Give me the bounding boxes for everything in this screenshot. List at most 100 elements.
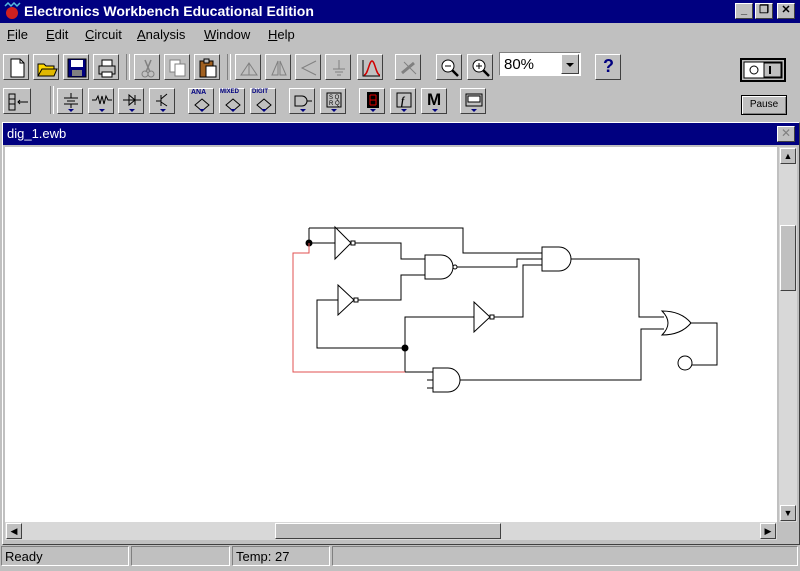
zoom-in-button[interactable] [467,54,493,80]
separator [227,54,231,80]
help-icon: ? [603,56,614,76]
logic-probe[interactable] [677,355,693,371]
wire[interactable] [358,274,425,301]
menu-help[interactable]: Help [268,27,295,42]
zoom-out-icon [441,59,459,77]
new-button[interactable] [3,54,29,80]
wire[interactable] [355,242,425,260]
or-gate[interactable] [660,310,692,336]
inverter-gate-3[interactable] [473,300,491,334]
digital-bin-button[interactable]: S QR Q [320,88,346,114]
zoom-select[interactable]: 80% [499,52,581,76]
cut-button[interactable] [134,54,160,80]
circuit-schematic[interactable] [5,147,777,522]
component-properties-button[interactable] [395,54,421,80]
rotate-button[interactable] [235,54,261,80]
indicators-bin-button[interactable] [359,88,385,114]
instrument-icon [465,93,483,112]
scissors-icon [141,59,155,78]
scroll-up-icon[interactable]: ▲ [780,148,796,164]
subcircuit-icon [333,60,345,76]
wire[interactable] [571,258,664,318]
close-button[interactable]: ✕ [777,3,795,19]
diodes-bin-button[interactable] [118,88,144,114]
red-wire[interactable] [292,243,405,373]
wire[interactable] [309,227,542,254]
paste-button[interactable] [194,54,220,80]
graph-button[interactable] [357,54,383,80]
status-panel-right [332,546,798,566]
flip-vertical-button[interactable] [295,54,321,80]
miscellaneous-bin-button[interactable]: M [421,88,447,114]
scroll-left-icon[interactable]: ◀ [6,523,22,539]
print-button[interactable] [93,54,119,80]
scroll-down-icon[interactable]: ▼ [780,505,796,521]
help-button[interactable]: ? [595,54,621,80]
digital-ics-bin-button[interactable]: DIGIT [250,88,276,114]
mixed-ics-icon [225,98,241,112]
menu-circuit[interactable]: Circuit [85,27,122,42]
save-button[interactable] [63,54,89,80]
sources-bin-button[interactable] [57,88,83,114]
horizontal-scroll-thumb[interactable] [275,523,501,539]
circuit-window-title-bar: dig_1.ewb ✕ [3,123,799,145]
flip-horizontal-button[interactable] [265,54,291,80]
wire[interactable] [404,316,474,372]
title-bar: Electronics Workbench Educational Editio… [0,0,800,23]
close-icon[interactable]: ✕ [777,126,795,142]
save-disk-icon [67,58,87,78]
horizontal-scrollbar[interactable]: ◀ ▶ [5,522,777,540]
flip-vertical-icon [300,60,317,76]
and-gate-1[interactable] [424,254,454,280]
controls-icon: f [396,92,412,112]
wire[interactable] [405,371,433,389]
restore-button[interactable]: ❐ [755,3,773,19]
open-button[interactable] [33,54,59,80]
wire[interactable] [494,264,542,318]
power-switch[interactable] [740,57,788,83]
wand-icon [401,61,417,75]
circuit-canvas[interactable] [5,147,777,522]
status-bar: Ready Temp: 27 [0,545,800,571]
wire[interactable] [460,328,664,381]
and-gate-icon [294,95,312,112]
graph-icon [362,60,381,77]
and-gate-2[interactable] [541,246,572,272]
vertical-scroll-thumb[interactable] [780,225,796,291]
menu-file[interactable]: File [7,27,28,42]
pause-button[interactable]: Pause [741,95,787,115]
resistor-icon [92,94,112,112]
subcircuit-button[interactable] [325,54,351,80]
zoom-out-button[interactable] [436,54,462,80]
rotate-icon [240,62,258,76]
controls-bin-button[interactable]: f [390,88,416,114]
circuit-window-title: dig_1.ewb [7,126,67,141]
wire[interactable] [457,258,542,268]
menu-analysis[interactable]: Analysis [137,27,185,42]
inverter-gate-1[interactable] [334,225,352,261]
status-temperature: Temp: 27 [232,546,330,566]
instruments-bin-button[interactable] [460,88,486,114]
scroll-right-icon[interactable]: ▶ [760,523,776,539]
transistor-icon [156,93,168,112]
clipboard-icon [199,58,217,78]
chevron-down-icon[interactable] [561,54,579,74]
transistors-bin-button[interactable] [149,88,175,114]
analog-ics-bin-button[interactable]: ANA [188,88,214,114]
basic-bin-button[interactable] [88,88,114,114]
inverter-gate-2[interactable] [337,283,355,317]
zoom-value: 80% [504,56,535,73]
flip-horizontal-icon [271,60,287,76]
and-gate-3[interactable] [432,367,461,393]
vertical-scrollbar[interactable]: ▲ ▼ [779,147,797,522]
logic-gates-bin-button[interactable] [289,88,315,114]
minimize-button[interactable]: _ [735,3,753,19]
menu-edit[interactable]: Edit [46,27,68,42]
favorites-bin-button[interactable] [3,88,31,114]
menu-window[interactable]: Window [204,27,250,42]
copy-button[interactable] [164,54,190,80]
wire[interactable] [691,322,718,366]
mixed-ics-bin-button[interactable]: MIXED [219,88,245,114]
wire[interactable] [316,299,405,349]
status-panel-empty [131,546,230,566]
